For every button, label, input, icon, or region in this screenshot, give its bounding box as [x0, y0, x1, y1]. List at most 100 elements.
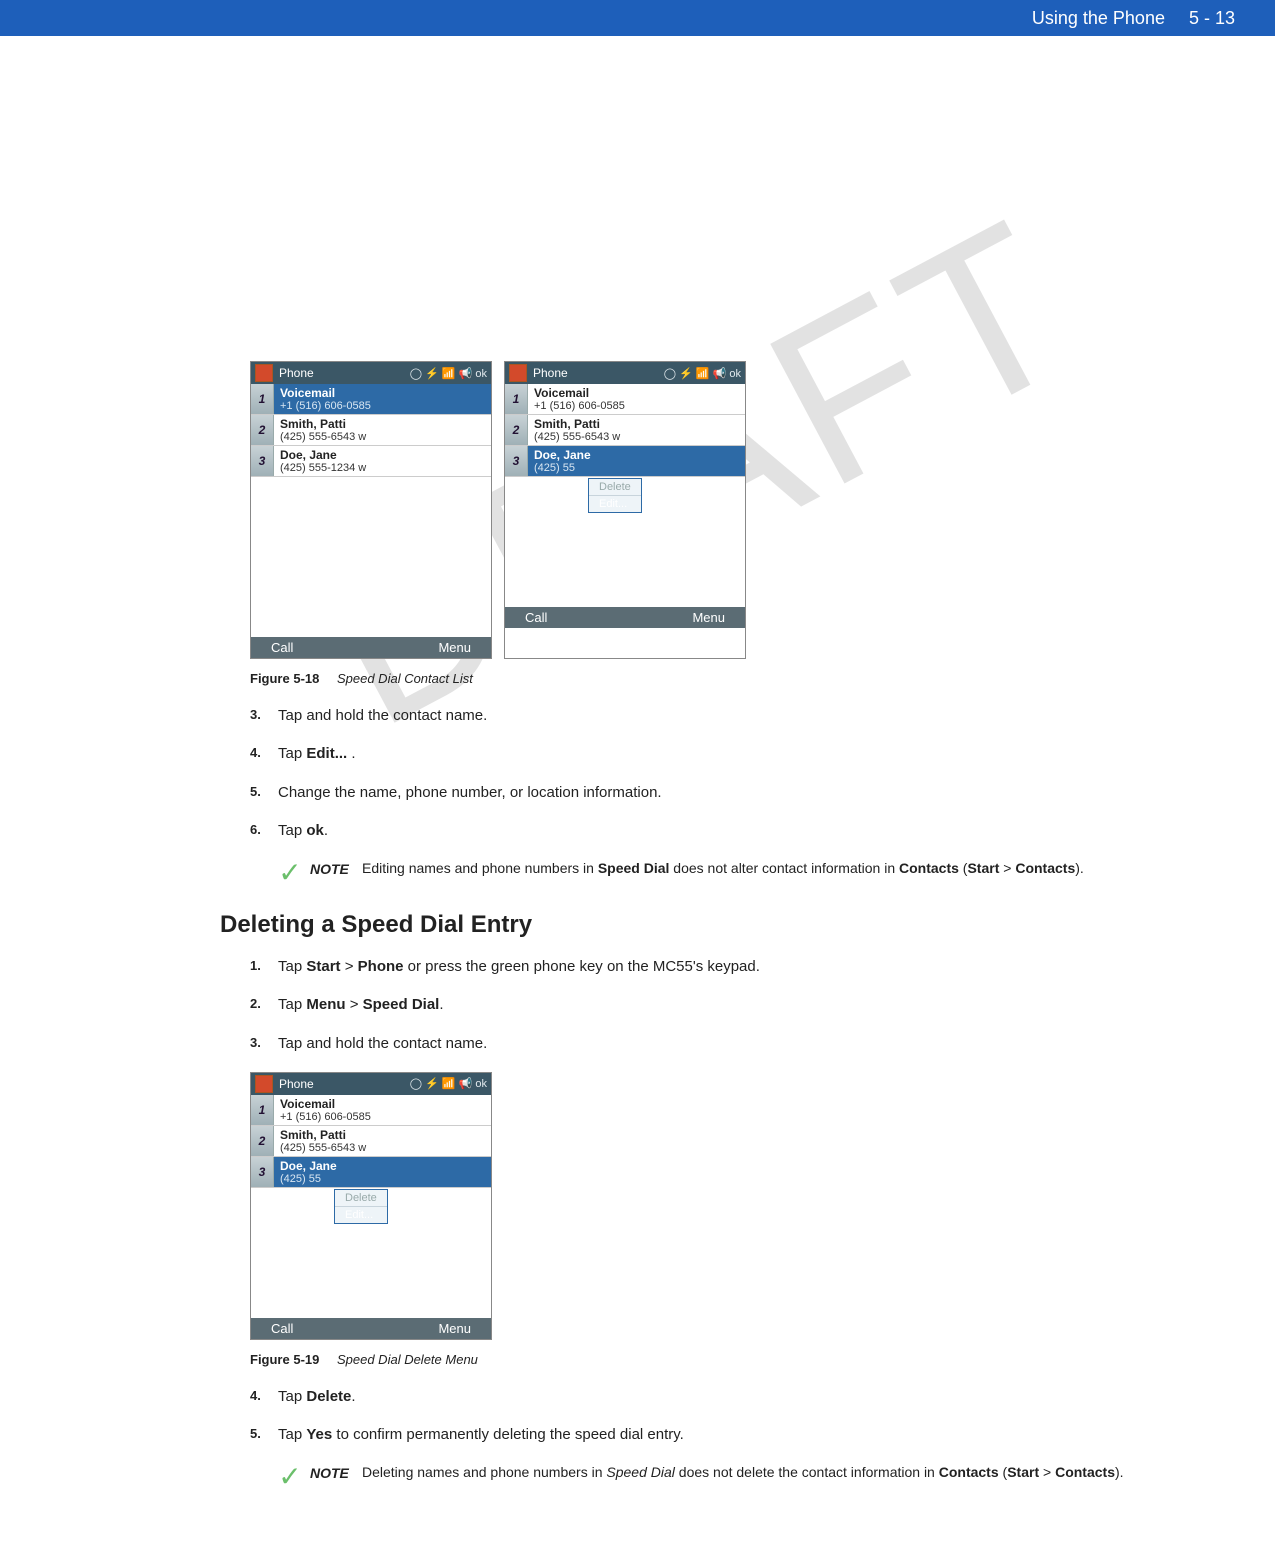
- contact-name: Voicemail: [280, 386, 485, 400]
- speed-dial-row[interactable]: 3Doe, Jane(425) 55DeleteEdit...: [251, 1157, 491, 1188]
- speed-dial-index: 3: [505, 446, 528, 476]
- speed-dial-row[interactable]: 1Voicemail+1 (516) 606-0585: [505, 384, 745, 415]
- softkey-menu[interactable]: Menu: [438, 640, 471, 655]
- status-icons: ◯ ⚡ 📶 📢 ok: [664, 367, 741, 380]
- speed-dial-body: Doe, Jane(425) 555-1234 w: [274, 446, 491, 476]
- contact-number: +1 (516) 606-0585: [280, 1111, 485, 1123]
- speed-dial-row[interactable]: 2Smith, Patti(425) 555-6543 w: [505, 415, 745, 446]
- step-item: 5.Change the name, phone number, or loca…: [250, 783, 1155, 803]
- step-text: Tap Yes to confirm permanently deleting …: [278, 1425, 1155, 1445]
- speed-dial-row[interactable]: 1Voicemail+1 (516) 606-0585: [251, 1095, 491, 1126]
- step-number: 3.: [250, 706, 278, 726]
- speed-dial-index: 1: [251, 384, 274, 414]
- softkey-menu[interactable]: Menu: [438, 1321, 471, 1336]
- contact-number: (425) 55: [534, 462, 739, 474]
- step-text: Tap and hold the contact name.: [278, 706, 1155, 726]
- contact-number: (425) 55: [280, 1173, 485, 1185]
- context-delete[interactable]: Delete: [335, 1190, 387, 1207]
- contact-number: +1 (516) 606-0585: [534, 400, 739, 412]
- contact-name: Voicemail: [534, 386, 739, 400]
- note-text: Deleting names and phone numbers in Spee…: [362, 1463, 1124, 1483]
- speed-dial-body: Doe, Jane(425) 55: [528, 446, 745, 476]
- note-label: NOTE: [310, 1463, 362, 1481]
- step-item: 4.Tap Delete.: [250, 1387, 1155, 1407]
- context-edit[interactable]: Edit...: [335, 1207, 387, 1223]
- softkey-menu[interactable]: Menu: [692, 610, 725, 625]
- contact-number: (425) 555-1234 w: [280, 462, 485, 474]
- speed-dial-body: Smith, Patti(425) 555-6543 w: [274, 415, 491, 445]
- step-number: 5.: [250, 1425, 278, 1445]
- phone-screenshot-left: Phone ◯ ⚡ 📶 📢 ok 1Voicemail+1 (516) 606-…: [250, 361, 492, 659]
- note-text: Editing names and phone numbers in Speed…: [362, 859, 1084, 879]
- speed-dial-body: Smith, Patti(425) 555-6543 w: [528, 415, 745, 445]
- step-text: Change the name, phone number, or locati…: [278, 783, 1155, 803]
- contact-number: (425) 555-6543 w: [280, 431, 485, 443]
- contact-name: Smith, Patti: [534, 417, 739, 431]
- speed-dial-index: 2: [251, 1126, 274, 1156]
- context-menu[interactable]: DeleteEdit...: [334, 1189, 388, 1224]
- chapter-title: Using the Phone: [1032, 8, 1165, 29]
- speed-dial-row[interactable]: 3Doe, Jane(425) 55DeleteEdit...: [505, 446, 745, 477]
- context-delete[interactable]: Delete: [589, 479, 641, 496]
- speed-dial-index: 3: [251, 1157, 274, 1187]
- contact-number: +1 (516) 606-0585: [280, 400, 485, 412]
- speed-dial-row[interactable]: 1Voicemail+1 (516) 606-0585: [251, 384, 491, 415]
- step-number: 2.: [250, 995, 278, 1015]
- status-icons: ◯ ⚡ 📶 📢 ok: [410, 367, 487, 380]
- start-flag-icon: [509, 364, 527, 382]
- phone-titlebar: Phone ◯ ⚡ 📶 📢 ok: [251, 362, 491, 384]
- softkey-call[interactable]: Call: [271, 640, 293, 655]
- figure-5-18-caption: Figure 5-18 Speed Dial Contact List: [250, 671, 1155, 686]
- page-number: 5 - 13: [1189, 8, 1235, 29]
- step-text: Tap ok.: [278, 821, 1155, 841]
- speed-dial-body: Voicemail+1 (516) 606-0585: [274, 1095, 491, 1125]
- app-title: Phone: [279, 1077, 314, 1091]
- phone-titlebar: Phone ◯ ⚡ 📶 📢 ok: [505, 362, 745, 384]
- status-icons: ◯ ⚡ 📶 📢 ok: [410, 1077, 487, 1090]
- figure-label: Figure 5-18: [250, 671, 319, 686]
- step-number: 5.: [250, 783, 278, 803]
- speed-dial-index: 1: [505, 384, 528, 414]
- speed-dial-row[interactable]: 2Smith, Patti(425) 555-6543 w: [251, 1126, 491, 1157]
- step-text: Tap Menu > Speed Dial.: [278, 995, 1155, 1015]
- phone-softkeys: Call Menu: [251, 637, 491, 658]
- step-item: 1.Tap Start > Phone or press the green p…: [250, 957, 1155, 977]
- contact-number: (425) 555-6543 w: [534, 431, 739, 443]
- phone-titlebar: Phone ◯ ⚡ 📶 📢 ok: [251, 1073, 491, 1095]
- speed-dial-row[interactable]: 2Smith, Patti(425) 555-6543 w: [251, 415, 491, 446]
- note-delete: ✓ NOTE Deleting names and phone numbers …: [270, 1463, 1155, 1491]
- softkey-call[interactable]: Call: [525, 610, 547, 625]
- figure-label: Figure 5-19: [250, 1352, 319, 1367]
- speed-dial-body: Voicemail+1 (516) 606-0585: [274, 384, 491, 414]
- step-item: 3.Tap and hold the contact name.: [250, 1034, 1155, 1054]
- step-number: 4.: [250, 1387, 278, 1407]
- step-item: 6.Tap ok.: [250, 821, 1155, 841]
- app-title: Phone: [279, 366, 314, 380]
- step-text: Tap Delete.: [278, 1387, 1155, 1407]
- step-number: 3.: [250, 1034, 278, 1054]
- check-icon: ✓: [270, 859, 310, 887]
- context-menu[interactable]: DeleteEdit...: [588, 478, 642, 513]
- check-icon: ✓: [270, 1463, 310, 1491]
- steps-delete-post: 4.Tap Delete.5.Tap Yes to confirm perman…: [250, 1387, 1155, 1446]
- step-item: 4.Tap Edit... .: [250, 744, 1155, 764]
- app-title: Phone: [533, 366, 568, 380]
- figure-desc: Speed Dial Delete Menu: [337, 1352, 478, 1367]
- context-edit[interactable]: Edit...: [589, 496, 641, 512]
- note-label: NOTE: [310, 859, 362, 877]
- step-text: Tap Start > Phone or press the green pho…: [278, 957, 1155, 977]
- figure-5-19-caption: Figure 5-19 Speed Dial Delete Menu: [250, 1352, 1155, 1367]
- contact-name: Doe, Jane: [534, 448, 739, 462]
- speed-dial-index: 3: [251, 446, 274, 476]
- phone-softkeys: Call Menu: [251, 1318, 491, 1339]
- step-item: 5.Tap Yes to confirm permanently deletin…: [250, 1425, 1155, 1445]
- speed-dial-body: Voicemail+1 (516) 606-0585: [528, 384, 745, 414]
- softkey-call[interactable]: Call: [271, 1321, 293, 1336]
- phone-screenshot-right: Phone ◯ ⚡ 📶 📢 ok 1Voicemail+1 (516) 606-…: [504, 361, 746, 659]
- figure-desc: Speed Dial Contact List: [337, 671, 473, 686]
- figure-5-18-images: Phone ◯ ⚡ 📶 📢 ok 1Voicemail+1 (516) 606-…: [250, 361, 1155, 659]
- contact-name: Voicemail: [280, 1097, 485, 1111]
- speed-dial-row[interactable]: 3Doe, Jane(425) 555-1234 w: [251, 446, 491, 477]
- speed-dial-index: 2: [505, 415, 528, 445]
- step-item: 3.Tap and hold the contact name.: [250, 706, 1155, 726]
